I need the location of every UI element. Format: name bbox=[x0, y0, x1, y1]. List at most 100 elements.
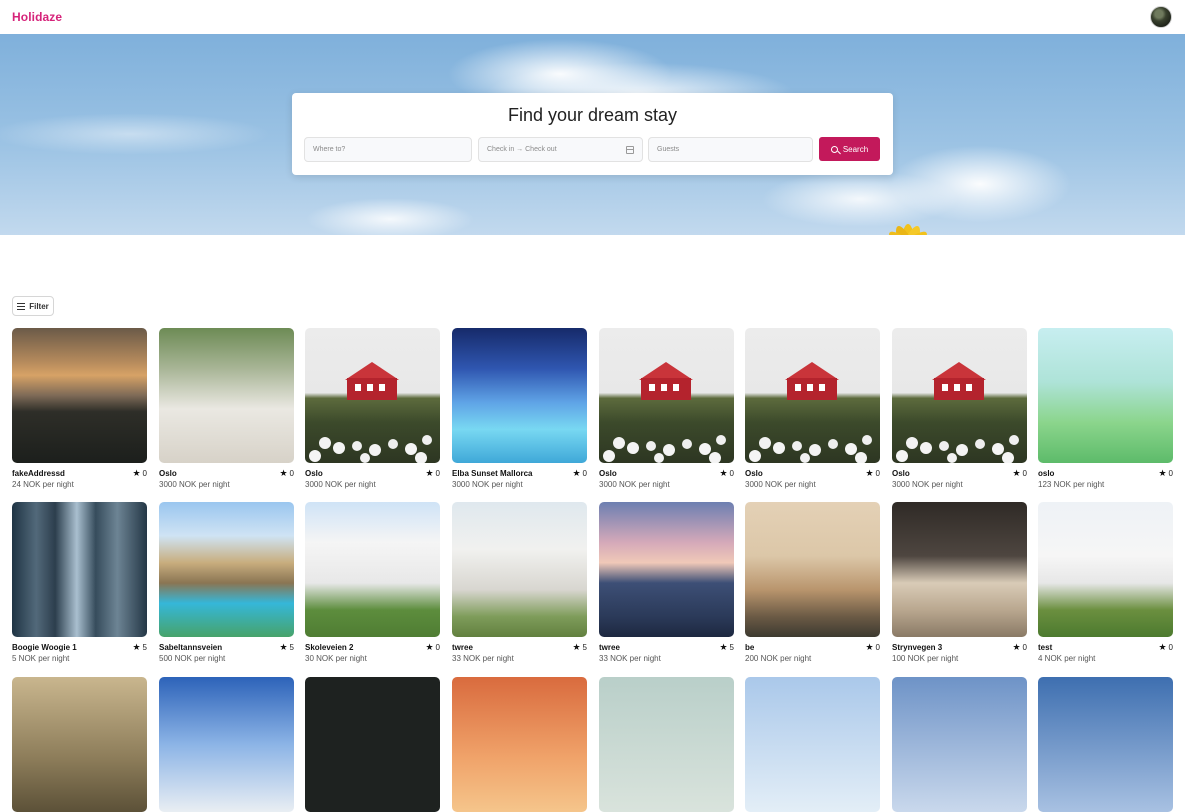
filter-button[interactable]: Filter bbox=[12, 296, 54, 316]
search-button[interactable]: Search bbox=[819, 137, 880, 161]
rating-value: 5 bbox=[582, 643, 587, 652]
venue-card[interactable]: oslo ★ 0 123 NOK per night bbox=[1038, 328, 1173, 489]
venue-card[interactable] bbox=[12, 677, 147, 812]
venue-name: Oslo bbox=[599, 469, 617, 478]
venue-card[interactable] bbox=[892, 677, 1027, 812]
venue-name: Boogie Woogie 1 bbox=[12, 643, 77, 652]
venue-image[interactable] bbox=[1038, 328, 1173, 463]
user-avatar-icon[interactable] bbox=[1150, 6, 1172, 28]
venue-card[interactable]: Oslo ★ 0 3000 NOK per night bbox=[745, 328, 880, 489]
logo[interactable]: Holidaze bbox=[12, 10, 62, 24]
venue-meta: Skoleveien 2 ★ 0 bbox=[305, 642, 440, 653]
venue-image[interactable] bbox=[745, 328, 880, 463]
venue-name: oslo bbox=[1038, 469, 1055, 478]
venue-card[interactable]: Oslo ★ 0 3000 NOK per night bbox=[159, 328, 294, 489]
venue-card[interactable]: twree ★ 5 33 NOK per night bbox=[599, 502, 734, 663]
venue-image[interactable] bbox=[745, 677, 880, 812]
venue-card[interactable] bbox=[1038, 677, 1173, 812]
venue-meta: Oslo ★ 0 bbox=[159, 468, 294, 479]
rating-value: 0 bbox=[142, 469, 147, 478]
venue-rating: ★ 5 bbox=[279, 642, 294, 653]
venue-image[interactable] bbox=[892, 502, 1027, 637]
venue-card[interactable] bbox=[452, 677, 587, 812]
venue-image[interactable] bbox=[1038, 677, 1173, 812]
where-input[interactable]: Where to? bbox=[304, 137, 472, 162]
venue-image[interactable] bbox=[12, 328, 147, 463]
star-icon: ★ bbox=[865, 642, 874, 652]
venue-image[interactable] bbox=[452, 677, 587, 812]
venue-image[interactable] bbox=[599, 502, 734, 637]
venue-card[interactable]: be ★ 0 200 NOK per night bbox=[745, 502, 880, 663]
venue-card[interactable]: Strynvegen 3 ★ 0 100 NOK per night bbox=[892, 502, 1027, 663]
sunflower-icon bbox=[889, 224, 927, 235]
venue-card[interactable]: twree ★ 5 33 NOK per night bbox=[452, 502, 587, 663]
star-icon: ★ bbox=[279, 468, 288, 478]
venue-image[interactable] bbox=[12, 677, 147, 812]
venue-image[interactable] bbox=[159, 502, 294, 637]
venue-image[interactable] bbox=[305, 502, 440, 637]
venue-image[interactable] bbox=[452, 328, 587, 463]
venue-rating: ★ 0 bbox=[1012, 643, 1027, 653]
venue-price: 30 NOK per night bbox=[305, 654, 367, 663]
venue-image[interactable] bbox=[1038, 502, 1173, 637]
venue-rating: ★ 0 bbox=[865, 468, 880, 479]
search-icon bbox=[830, 145, 838, 153]
venue-meta: twree ★ 5 bbox=[599, 642, 734, 653]
venue-image[interactable] bbox=[12, 502, 147, 637]
venue-image[interactable] bbox=[892, 328, 1027, 463]
venue-card[interactable]: Skoleveien 2 ★ 0 30 NOK per night bbox=[305, 502, 440, 663]
calendar-icon[interactable] bbox=[626, 145, 634, 154]
venue-card[interactable]: Elba Sunset Mallorca ★ 0 3000 NOK per night bbox=[452, 328, 587, 489]
venue-card[interactable]: Oslo ★ 0 3000 NOK per night bbox=[892, 328, 1027, 489]
venue-name: twree bbox=[599, 643, 620, 652]
venue-card[interactable] bbox=[745, 677, 880, 812]
rating-value: 0 bbox=[289, 469, 294, 478]
rating-value: 0 bbox=[875, 469, 880, 478]
venue-meta: Oslo ★ 0 bbox=[892, 468, 1027, 479]
venue-name: be bbox=[745, 643, 755, 652]
venue-card[interactable]: fakeAddressd ★ 0 24 NOK per night bbox=[12, 328, 147, 489]
venue-image[interactable] bbox=[305, 328, 440, 463]
venue-image[interactable] bbox=[305, 677, 440, 812]
venue-image[interactable] bbox=[452, 502, 587, 637]
venue-card[interactable]: Oslo ★ 0 3000 NOK per night bbox=[599, 328, 734, 489]
date-range-input[interactable]: Check in → Check out bbox=[478, 137, 643, 162]
rating-value: 0 bbox=[1022, 469, 1027, 478]
venue-image[interactable] bbox=[599, 328, 734, 463]
venue-name: Skoleveien 2 bbox=[305, 643, 354, 652]
venue-card[interactable]: test ★ 0 4 NOK per night bbox=[1038, 502, 1173, 663]
venue-name: Oslo bbox=[745, 469, 763, 478]
star-icon: ★ bbox=[279, 642, 288, 652]
venue-card[interactable]: Oslo ★ 0 3000 NOK per night bbox=[305, 328, 440, 489]
venue-price: 3000 NOK per night bbox=[452, 480, 523, 489]
venue-image[interactable] bbox=[159, 328, 294, 463]
venue-meta: Oslo ★ 0 bbox=[745, 468, 880, 479]
rating-value: 0 bbox=[1168, 643, 1173, 652]
star-icon: ★ bbox=[719, 468, 728, 478]
venue-card[interactable] bbox=[159, 677, 294, 812]
guests-input[interactable]: Guests bbox=[648, 137, 813, 162]
venue-card[interactable] bbox=[305, 677, 440, 812]
venue-name: Elba Sunset Mallorca bbox=[452, 469, 533, 478]
filter-label: Filter bbox=[29, 301, 49, 311]
venue-card[interactable]: Sabeltannsveien ★ 5 500 NOK per night bbox=[159, 502, 294, 663]
venue-rating: ★ 0 bbox=[279, 468, 294, 479]
venue-meta: fakeAddressd ★ 0 bbox=[12, 468, 147, 479]
venue-image[interactable] bbox=[159, 677, 294, 812]
venue-image[interactable] bbox=[599, 677, 734, 812]
venue-image[interactable] bbox=[745, 502, 880, 637]
venue-card[interactable]: Boogie Woogie 1 ★ 5 5 NOK per night bbox=[12, 502, 147, 663]
venue-rating: ★ 5 bbox=[572, 643, 587, 653]
venue-image[interactable] bbox=[892, 677, 1027, 812]
venue-rating: ★ 0 bbox=[425, 468, 440, 479]
venue-name: test bbox=[1038, 643, 1053, 652]
rating-value: 5 bbox=[142, 643, 147, 652]
venue-rating: ★ 0 bbox=[1158, 642, 1173, 653]
venue-name: Oslo bbox=[305, 469, 323, 478]
star-icon: ★ bbox=[1158, 642, 1167, 652]
venue-card[interactable] bbox=[599, 677, 734, 812]
venue-rating: ★ 0 bbox=[865, 642, 880, 653]
star-icon: ★ bbox=[865, 468, 874, 478]
star-icon: ★ bbox=[425, 468, 434, 478]
red-house-illustration bbox=[309, 362, 432, 463]
